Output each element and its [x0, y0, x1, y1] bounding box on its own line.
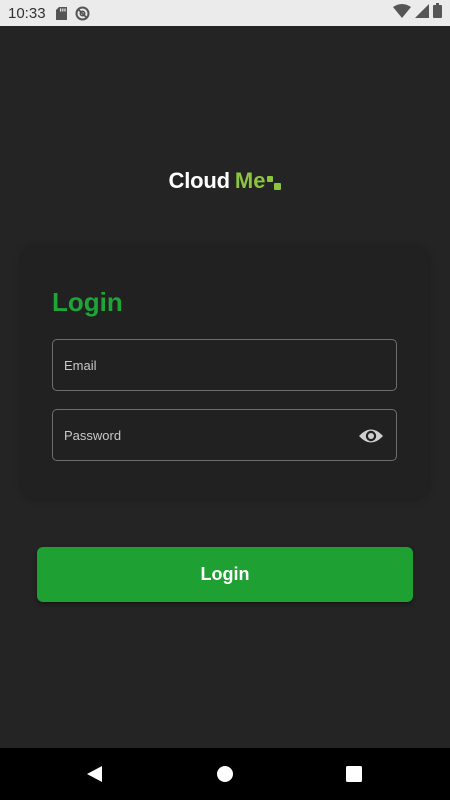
battery-icon: [433, 3, 442, 23]
login-card: Login Email Password: [22, 247, 428, 499]
login-button[interactable]: Login: [37, 547, 413, 602]
cloudme-logo: Cloud Me: [0, 168, 450, 198]
email-placeholder: Email: [64, 357, 97, 373]
status-time: 10:33: [8, 4, 46, 22]
sync-icon: [75, 6, 90, 21]
password-placeholder: Password: [64, 427, 122, 443]
eye-icon[interactable]: [358, 424, 384, 448]
recents-icon[interactable]: [342, 762, 366, 786]
home-icon[interactable]: [213, 762, 237, 786]
logo-text-cloud: Cloud: [168, 168, 231, 193]
logo-text-me: Me: [234, 168, 266, 193]
login-screen: 10:33 Cloud Me Login Email Password Logi…: [0, 0, 450, 800]
status-bar: 10:33: [0, 0, 450, 26]
sd-card-icon: [55, 6, 67, 20]
logo-dots-icon: [267, 172, 282, 194]
signal-icon: [415, 3, 429, 23]
back-icon[interactable]: [82, 762, 106, 786]
login-title: Login: [52, 287, 123, 317]
password-field[interactable]: Password: [52, 409, 397, 461]
wifi-icon: [393, 3, 411, 23]
email-field[interactable]: Email: [52, 339, 397, 391]
navigation-bar: [0, 748, 450, 800]
status-right-group: [393, 3, 442, 23]
